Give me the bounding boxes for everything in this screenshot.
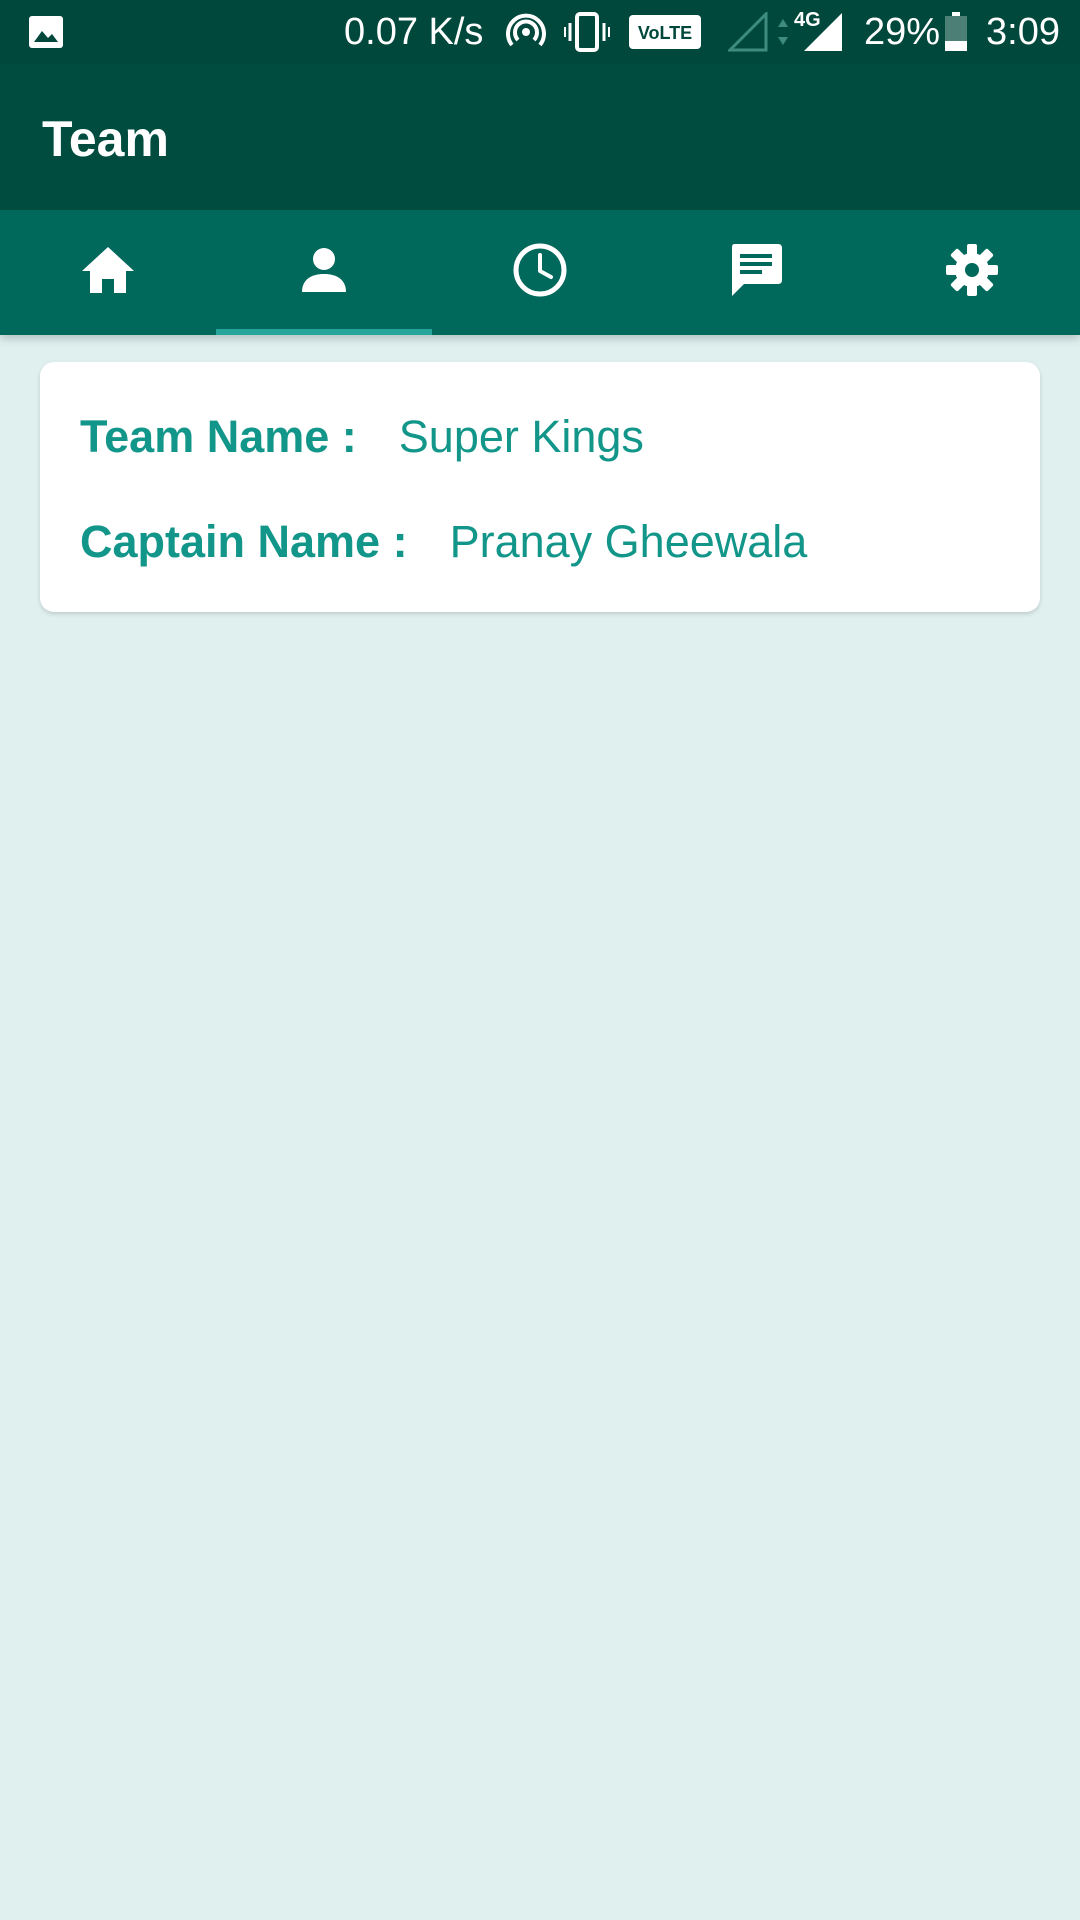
tab-history[interactable] — [432, 210, 648, 335]
battery-icon — [944, 0, 968, 64]
selected-tab-indicator — [216, 329, 432, 335]
person-icon — [300, 246, 348, 299]
hotspot-icon — [504, 0, 548, 64]
vibrate-icon — [564, 0, 610, 64]
network-speed: 0.07 K/s — [344, 10, 484, 53]
captain-name-value: Pranay Gheewala — [449, 516, 808, 567]
captain-name-row: Captain Name : Pranay Gheewala — [80, 512, 807, 572]
team-info-card: Team Name : Super Kings Captain Name : P… — [40, 362, 1040, 612]
tab-settings[interactable] — [864, 210, 1080, 335]
app-bar: Team — [0, 64, 1080, 210]
home-icon — [80, 245, 136, 300]
signal-empty-icon — [728, 0, 768, 64]
team-name-label: Team Name : — [80, 411, 357, 462]
team-name-row: Team Name : Super Kings — [80, 407, 644, 467]
image-notification-icon — [28, 0, 64, 64]
svg-text:VoLTE: VoLTE — [638, 23, 692, 43]
tab-home[interactable] — [0, 210, 216, 335]
data-arrows-icon — [776, 0, 790, 64]
tab-team[interactable] — [216, 210, 432, 335]
battery-percent: 29% — [864, 10, 941, 53]
tab-bar — [0, 210, 1080, 335]
settings-gear-icon — [944, 242, 1000, 303]
signal-full-icon — [802, 0, 844, 64]
team-name-value: Super Kings — [398, 411, 644, 462]
clock-time: 3:09 — [986, 10, 1060, 53]
captain-name-label: Captain Name : — [80, 516, 408, 567]
tab-messages[interactable] — [648, 210, 864, 335]
clock-icon — [512, 242, 568, 303]
status-bar: 0.07 K/s VoLTE 4G 29% 3:09 — [0, 0, 1080, 64]
message-icon — [728, 242, 784, 303]
volte-icon: VoLTE — [629, 0, 701, 64]
page-title: Team — [42, 111, 169, 167]
